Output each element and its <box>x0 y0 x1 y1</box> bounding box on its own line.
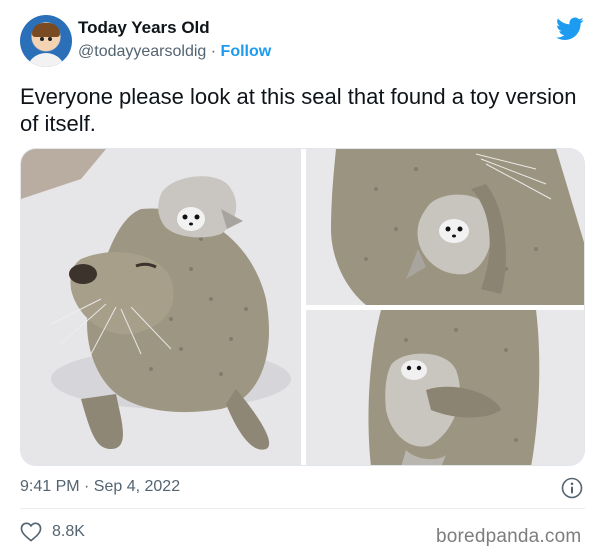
seal-photo-3 <box>306 310 584 465</box>
avatar-shirt <box>26 53 66 67</box>
tweet-timestamp[interactable]: 9:41 PM · Sep 4, 2022 <box>20 478 180 496</box>
tweet-photo-3[interactable] <box>306 310 584 465</box>
tweet-text: Everyone please look at this seal that f… <box>20 84 577 136</box>
author-handle[interactable]: @todayyearsoldig <box>78 43 206 60</box>
avatar-eye <box>40 37 44 41</box>
tweet-photo-1[interactable] <box>21 149 301 465</box>
twitter-bird-icon[interactable] <box>556 17 584 41</box>
seal-photo-1 <box>21 149 301 465</box>
tweet-card: Today Years Old @todayyearsoldig · Follo… <box>0 0 605 555</box>
tweet-media-grid[interactable] <box>20 148 585 466</box>
author-handle-row: @todayyearsoldig · Follow <box>78 43 271 61</box>
avatar-eye <box>48 37 52 41</box>
watermark: boredpanda.com <box>436 526 582 547</box>
divider <box>20 508 585 509</box>
author-avatar[interactable] <box>20 15 72 67</box>
tweet-photo-2[interactable] <box>306 149 584 305</box>
author-name[interactable]: Today Years Old <box>78 18 210 38</box>
seal-photo-2 <box>306 149 584 305</box>
info-icon[interactable] <box>561 477 583 499</box>
like-button[interactable]: 8.8K <box>20 522 85 542</box>
heart-icon <box>20 522 42 542</box>
like-count: 8.8K <box>52 523 85 540</box>
avatar-hair <box>32 23 60 37</box>
follow-button[interactable]: Follow <box>221 43 272 60</box>
handle-separator: · <box>210 43 217 60</box>
